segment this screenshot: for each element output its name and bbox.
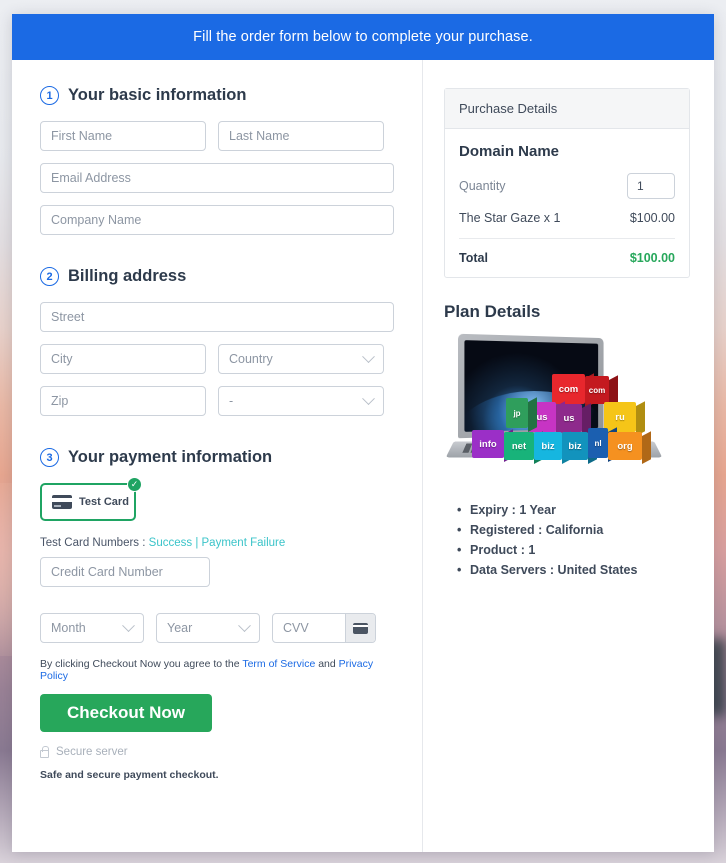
success-link[interactable]: Success	[149, 537, 192, 549]
zip-input[interactable]: Zip	[40, 386, 206, 416]
line-item-label: The Star Gaze x 1	[459, 211, 561, 225]
expiry-year-value: Year	[167, 621, 193, 635]
card-number-row: Credit Card Number	[40, 557, 394, 587]
line-item-row: The Star Gaze x 1 $100.00	[459, 211, 675, 239]
domain-cube-info: info	[472, 430, 504, 458]
cvv-help-button[interactable]	[345, 614, 375, 642]
chevron-down-icon	[238, 618, 251, 632]
state-select-value: -	[229, 394, 234, 408]
plan-illustration: com com ru us us jp info net biz biz nl …	[444, 332, 690, 487]
purchase-details-body: Domain Name Quantity 1 The Star Gaze x 1…	[445, 129, 689, 277]
test-card-numbers-label: Test Card Numbers :	[40, 537, 149, 549]
city-country-row: City Country	[40, 344, 394, 374]
domain-cube-jp: jp	[506, 398, 528, 428]
country-select[interactable]: Country	[218, 344, 384, 374]
street-input[interactable]: Street	[40, 302, 394, 332]
domain-cube-com-2: com	[585, 376, 609, 404]
last-name-input[interactable]: Last Name	[218, 121, 384, 151]
section-payment-information: 3 Your payment information	[40, 448, 394, 467]
company-row: Company Name	[40, 205, 394, 235]
chevron-down-icon	[362, 349, 375, 363]
credit-card-number-input[interactable]: Credit Card Number	[40, 557, 210, 587]
test-card-option[interactable]: Test Card ✓	[40, 477, 142, 521]
list-item: Expiry : 1 Year	[457, 503, 690, 517]
domain-cube-org: org	[608, 432, 642, 460]
domain-cube-us-2: us	[556, 404, 582, 432]
email-row: Email Address	[40, 163, 394, 193]
step-number-1: 1	[40, 86, 59, 105]
company-name-input[interactable]: Company Name	[40, 205, 394, 235]
cvv-input[interactable]: CVV	[273, 614, 345, 642]
list-item: Registered : California	[457, 523, 690, 537]
email-input[interactable]: Email Address	[40, 163, 394, 193]
lock-icon	[40, 745, 49, 758]
quantity-row: Quantity 1	[459, 173, 675, 199]
payment-failure-link[interactable]: Payment Failure	[202, 537, 286, 549]
section-title-billing: Billing address	[68, 267, 187, 285]
banner-text: Fill the order form below to complete yo…	[193, 29, 533, 45]
quantity-input[interactable]: 1	[627, 173, 675, 199]
domain-cube-ru: ru	[604, 402, 636, 432]
domain-cube-com: com	[552, 374, 585, 404]
plan-details-list: Expiry : 1 Year Registered : California …	[444, 503, 690, 577]
purchase-details-header: Purchase Details	[445, 89, 689, 129]
step-number-3: 3	[40, 448, 59, 467]
agreement-and: and	[315, 658, 339, 670]
total-price: $100.00	[629, 251, 675, 265]
credit-card-icon	[353, 622, 368, 634]
domain-cube-nl: nl	[588, 428, 608, 458]
state-select[interactable]: -	[218, 386, 384, 416]
chevron-down-icon	[362, 391, 375, 405]
secure-server-note: Secure server	[40, 745, 394, 758]
checkout-card: Fill the order form below to complete yo…	[12, 14, 714, 852]
purchase-details-panel: Purchase Details Domain Name Quantity 1 …	[444, 88, 690, 278]
domain-cube-biz: biz	[534, 432, 562, 460]
expiry-month-select[interactable]: Month	[40, 613, 144, 643]
section-basic-information: 1 Your basic information	[40, 86, 394, 105]
link-separator: |	[192, 537, 202, 549]
step-number-2: 2	[40, 267, 59, 286]
cvv-field-group: CVV	[272, 613, 376, 643]
line-item-price: $100.00	[629, 211, 675, 225]
chevron-down-icon	[122, 618, 135, 632]
expiry-month-value: Month	[51, 621, 86, 635]
country-select-value: Country	[229, 352, 273, 366]
section-title-payment: Your payment information	[68, 448, 273, 466]
secure-server-label: Secure server	[56, 746, 128, 758]
test-card-label: Test Card	[79, 496, 129, 508]
check-circle-icon: ✓	[127, 477, 142, 492]
domain-cube-biz-2: biz	[562, 432, 588, 460]
total-row: Total $100.00	[459, 239, 675, 265]
product-title: Domain Name	[459, 143, 560, 160]
zip-state-row: Zip -	[40, 386, 394, 416]
checkout-now-button[interactable]: Checkout Now	[40, 694, 212, 732]
plan-details-title: Plan Details	[444, 302, 541, 321]
expiry-cvv-row: Month Year CVV	[40, 613, 394, 643]
list-item: Data Servers : United States	[457, 563, 690, 577]
section-title-basic: Your basic information	[68, 86, 247, 104]
quantity-label: Quantity	[459, 179, 506, 193]
name-row: First Name Last Name	[40, 121, 394, 151]
summary-column: Purchase Details Domain Name Quantity 1 …	[423, 60, 714, 852]
domain-cube-net: net	[504, 432, 534, 460]
terms-of-service-link[interactable]: Term of Service	[242, 658, 315, 670]
terms-agreement-text: By clicking Checkout Now you agree to th…	[40, 658, 394, 682]
street-row: Street	[40, 302, 394, 332]
total-label: Total	[459, 251, 488, 265]
credit-card-icon	[52, 495, 72, 509]
expiry-year-select[interactable]: Year	[156, 613, 260, 643]
list-item: Product : 1	[457, 543, 690, 557]
city-input[interactable]: City	[40, 344, 206, 374]
section-billing-address: 2 Billing address	[40, 267, 394, 286]
card-body: 1 Your basic information First Name Last…	[12, 60, 714, 852]
agreement-prefix: By clicking Checkout Now you agree to th…	[40, 658, 243, 670]
test-card-numbers-line: Test Card Numbers : Success | Payment Fa…	[40, 537, 394, 549]
header-banner: Fill the order form below to complete yo…	[12, 14, 714, 60]
order-form-column: 1 Your basic information First Name Last…	[12, 60, 423, 852]
first-name-input[interactable]: First Name	[40, 121, 206, 151]
safe-checkout-note: Safe and secure payment checkout.	[40, 769, 219, 781]
